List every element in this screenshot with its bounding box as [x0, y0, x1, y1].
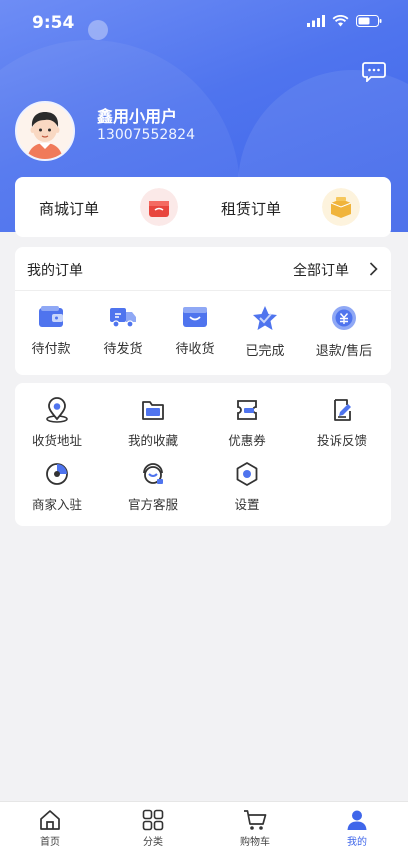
wifi-icon: [332, 15, 349, 27]
orders-title: 我的订单: [27, 263, 83, 279]
service-label: 设置: [234, 497, 260, 512]
refund-icon: [332, 306, 356, 330]
lease-order-label[interactable]: 租赁订单: [221, 198, 281, 219]
shop-orders-card: 商城订单 租赁订单: [15, 177, 391, 237]
services-card: 收货地址 我的收藏 优惠券 投诉反馈 商家入驻 官方客服 设置: [15, 383, 391, 526]
service-label: 优惠券: [228, 433, 266, 448]
phone-number: 13007552824: [97, 127, 195, 143]
service-label: 投诉反馈: [316, 433, 367, 448]
service-label: 收货地址: [31, 433, 82, 448]
completed-star-icon: [253, 306, 277, 330]
location-icon: [46, 397, 68, 423]
box-icon[interactable]: [322, 188, 360, 226]
tab-profile[interactable]: 我的: [327, 809, 387, 848]
feedback-icon: [334, 399, 351, 421]
order-label: 待付款: [31, 342, 71, 357]
view-all-orders-link[interactable]: 全部订单: [293, 260, 349, 280]
status-bar: 9:54: [0, 0, 408, 44]
signal-icon: [307, 15, 325, 27]
service-settings[interactable]: 设置: [205, 461, 289, 513]
service-shipping-address[interactable]: 收货地址: [15, 397, 99, 449]
tab-cart[interactable]: 购物车: [225, 809, 285, 848]
username: 鑫用小用户: [97, 107, 178, 126]
home-icon: [40, 810, 60, 830]
settings-icon: [236, 462, 258, 486]
category-icon: [142, 809, 164, 831]
coupon-icon: [237, 400, 257, 420]
status-time: 9:54: [32, 13, 75, 33]
chevron-right-icon[interactable]: [369, 262, 378, 276]
package-icon: [183, 307, 207, 327]
order-label: 待发货: [103, 342, 143, 357]
bottom-tab-bar: 首页 分类 购物车 我的: [0, 801, 408, 852]
tab-label: 购物车: [240, 837, 270, 848]
service-label: 官方客服: [127, 497, 178, 512]
order-label: 待收货: [175, 342, 215, 357]
order-refund-after-sales[interactable]: 退款/售后: [301, 305, 387, 359]
wallet-icon: [39, 306, 63, 327]
folder-icon: [142, 401, 164, 420]
tab-label: 分类: [143, 837, 163, 848]
avatar[interactable]: [15, 101, 75, 161]
order-pending-payment[interactable]: 待付款: [16, 305, 86, 357]
message-icon[interactable]: [362, 62, 386, 82]
avatar-icon: [17, 103, 73, 159]
customer-service-icon: [143, 463, 163, 484]
cart-icon: [244, 810, 267, 830]
shop-order-label[interactable]: 商城订单: [39, 198, 99, 219]
service-label: 商家入驻: [31, 497, 82, 512]
service-complaint-feedback[interactable]: 投诉反馈: [300, 397, 384, 449]
service-merchant-entry[interactable]: 商家入驻: [15, 461, 99, 513]
profile-icon: [347, 810, 367, 830]
order-pending-receipt[interactable]: 待收货: [160, 305, 230, 357]
service-coupons[interactable]: 优惠券: [205, 397, 289, 449]
service-official-support[interactable]: 官方客服: [111, 461, 195, 513]
my-orders-card: 我的订单 全部订单 待付款 待发货 待收货 已完成 退款/售后: [15, 247, 391, 375]
battery-icon: [356, 15, 382, 27]
shopping-bag-icon[interactable]: [140, 188, 178, 226]
order-completed[interactable]: 已完成: [230, 305, 300, 359]
service-my-favorites[interactable]: 我的收藏: [111, 397, 195, 449]
orders-header[interactable]: 我的订单 全部订单: [15, 247, 391, 291]
tab-label: 我的: [347, 837, 367, 848]
merchant-icon: [46, 463, 68, 485]
tab-label: 首页: [40, 837, 60, 848]
order-label: 已完成: [245, 344, 285, 359]
tab-category[interactable]: 分类: [123, 809, 183, 848]
truck-icon: [110, 308, 136, 328]
order-label: 退款/售后: [315, 344, 373, 359]
order-pending-shipment[interactable]: 待发货: [88, 305, 158, 357]
service-label: 我的收藏: [127, 433, 178, 448]
tab-home[interactable]: 首页: [20, 809, 80, 848]
